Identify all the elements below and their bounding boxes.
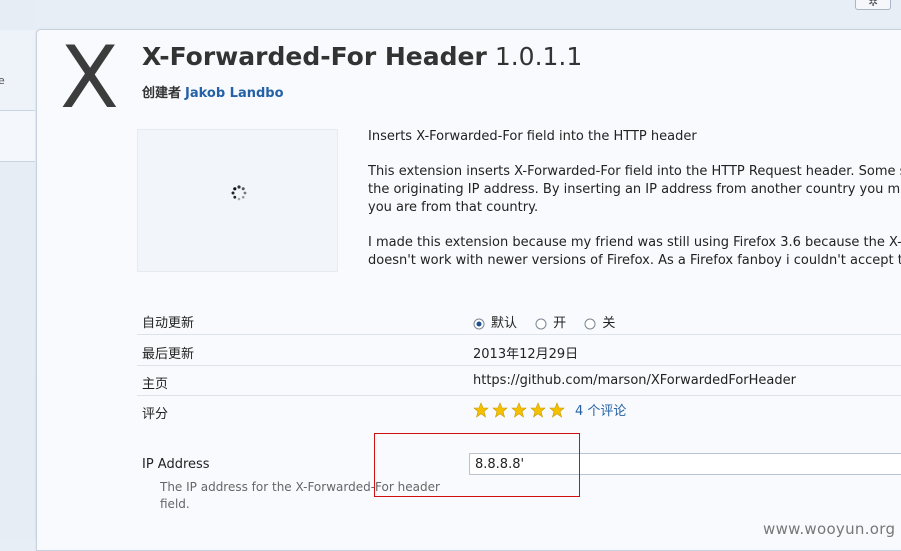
reviews-link[interactable]: 4 个评论 (575, 404, 626, 419)
radio-selected-icon (473, 318, 485, 329)
homepage-link[interactable]: https://github.com/marson/XForwardedForH… (473, 373, 796, 388)
description-line: the originating IP address. By inserting… (368, 182, 901, 197)
gear-icon: ✲ (867, 0, 879, 9)
description-paragraph: This extension inserts X-Forwarded-For f… (368, 163, 901, 217)
description-line: doesn't work with newer versions of Fire… (368, 253, 901, 268)
creator-label: 创建者 (142, 86, 182, 101)
category-fragment: e (0, 74, 5, 87)
loading-spinner-icon (231, 185, 247, 201)
description-line: I made this extension because my friend … (368, 235, 901, 250)
highlight-annotation-box (374, 433, 580, 497)
rating-value: 4 个评论 (473, 400, 626, 419)
homepage-label: 主页 (142, 377, 169, 392)
addon-version: 1.0.1.1 (494, 42, 583, 71)
addon-title: X-Forwarded-For Header 1.0.1.1 (142, 42, 582, 71)
addon-description: Inserts X-Forwarded-For field into the H… (368, 128, 901, 287)
addon-name: X-Forwarded-For Header (142, 42, 487, 71)
auto-update-default-radio[interactable]: 默认 (473, 312, 517, 331)
rating-stars-icon (473, 401, 565, 418)
radio-label: 开 (553, 316, 567, 331)
rating-label: 评分 (142, 407, 169, 422)
ip-address-label: IP Address (142, 457, 210, 472)
last-updated-label: 最后更新 (142, 347, 195, 362)
radio-icon (535, 318, 547, 329)
auto-update-options: 默认 开 关 (473, 312, 629, 331)
auto-update-on-radio[interactable]: 开 (535, 312, 566, 331)
rating-row: 评分 4 个评论 (137, 395, 901, 425)
description-summary: Inserts X-Forwarded-For field into the H… (368, 129, 697, 144)
addon-creator: 创建者 Jakob Landbo (142, 82, 284, 101)
radio-icon (584, 318, 596, 329)
description-line: you are from that country. (368, 200, 539, 215)
radio-label: 关 (602, 316, 616, 331)
tools-gear-button[interactable]: ✲ (855, 0, 891, 10)
addon-logo-icon: X (60, 28, 119, 128)
category-item[interactable]: e (0, 30, 35, 111)
auto-update-off-radio[interactable]: 关 (584, 312, 615, 331)
categories-pane: e (0, 0, 35, 539)
description-paragraph: I made this extension because my friend … (368, 234, 901, 270)
creator-link[interactable]: Jakob Landbo (185, 86, 284, 101)
description-line: This extension inserts X-Forwarded-For f… (368, 164, 901, 179)
last-updated-row: 最后更新 2013年12月29日 (137, 335, 901, 366)
watermark: www.wooyun.org (763, 520, 896, 538)
auto-update-row: 自动更新 默认 开 关 (137, 304, 901, 335)
homepage-row: 主页 https://github.com/marson/XForwardedF… (137, 365, 901, 396)
radio-label: 默认 (491, 316, 518, 331)
category-item[interactable] (0, 111, 35, 162)
last-updated-value: 2013年12月29日 (473, 347, 579, 362)
screenshot-area (137, 129, 338, 272)
auto-update-label: 自动更新 (142, 316, 195, 331)
